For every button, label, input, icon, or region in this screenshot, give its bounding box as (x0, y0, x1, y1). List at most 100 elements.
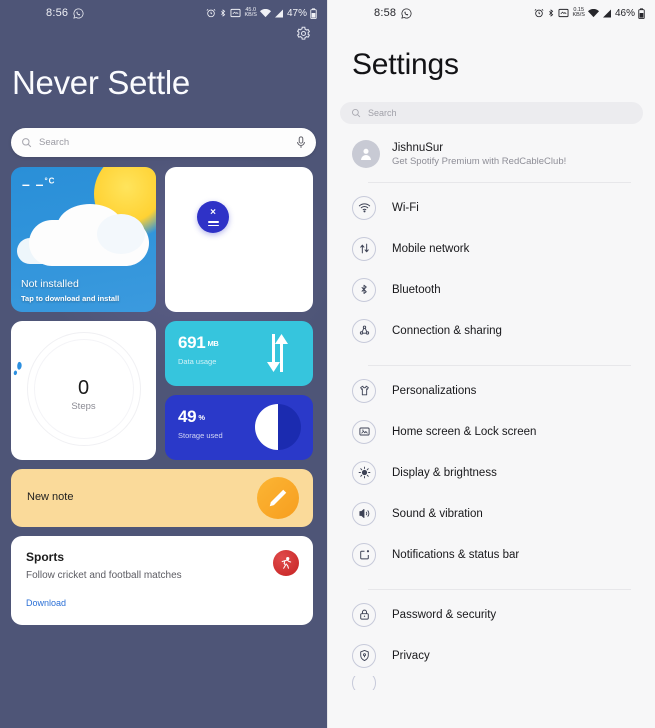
widget-row-1: – –°C Not installed Tap to download and … (11, 167, 316, 312)
sidebar-item-label: Privacy (392, 649, 430, 662)
equals-glyph (207, 219, 219, 227)
sidebar-item-label: Password & security (392, 608, 497, 621)
widget-area: – –°C Not installed Tap to download and … (0, 157, 327, 625)
status-bar-right: 0.15 KB/S 46% (534, 7, 645, 19)
sidebar-item-display-brightness[interactable]: Display & brightness (328, 452, 655, 493)
account-name: JishnuSur (392, 141, 444, 154)
sidebar-item-label: Home screen & Lock screen (392, 425, 537, 438)
storage-label: Storage used (178, 431, 223, 440)
weather-widget[interactable]: – –°C Not installed Tap to download and … (11, 167, 156, 312)
sidebar-item-sound-vibration[interactable]: Sound & vibration (328, 493, 655, 534)
sidebar-item-privacy[interactable]: Privacy (328, 635, 655, 676)
settings-pane: 8:58 0.15 KB/S 46% Settings Search Jishn… (327, 0, 655, 728)
settings-group-network: Wi-Fi Mobile network Bluetooth Connectio… (328, 183, 655, 351)
alarm-icon (206, 8, 216, 18)
gear-icon[interactable] (296, 26, 311, 52)
connection-sharing-icon (352, 318, 376, 343)
temperature-unit: °C (44, 176, 56, 186)
data-usage-label: Data usage (178, 357, 217, 366)
wifi-icon (587, 8, 599, 18)
home-search-bar[interactable]: Search (11, 128, 316, 157)
screenshot-icon (558, 8, 569, 18)
bluetooth-icon (219, 8, 227, 18)
home-toolbar (0, 26, 327, 52)
bluetooth-icon (352, 277, 376, 302)
search-icon (21, 137, 32, 148)
settings-page-title: Settings (352, 48, 459, 81)
battery-icon (310, 7, 317, 19)
settings-group-appearance: Personalizations Home screen & Lock scre… (328, 366, 655, 575)
alarm-icon (534, 8, 544, 18)
status-bar-right: 45.0 KB/S 47% (206, 7, 317, 19)
cellular-signal-icon (602, 9, 612, 18)
sidebar-item-bluetooth[interactable]: Bluetooth (328, 269, 655, 310)
sidebar-item-password-security[interactable]: Password & security (328, 594, 655, 635)
sports-download-link[interactable]: Download (26, 598, 66, 608)
personalizations-icon (352, 378, 376, 403)
whatsapp-icon (73, 8, 84, 19)
sidebar-item-label: Display & brightness (392, 466, 497, 479)
data-usage-value: 691 (178, 333, 206, 352)
new-note-widget[interactable]: New note (11, 469, 313, 527)
search-placeholder: Search (39, 137, 70, 148)
sidebar-item-label: Personalizations (392, 384, 477, 397)
sports-subtitle: Follow cricket and football matches (26, 570, 182, 581)
status-bar-left: 8:58 (328, 7, 412, 19)
brightness-icon (352, 460, 376, 485)
sidebar-item-label: Mobile network (392, 242, 470, 255)
whatsapp-icon (401, 8, 412, 19)
storage-value: 49 (178, 407, 197, 426)
storage-widget[interactable]: 49% Storage used (165, 395, 313, 460)
data-speed-indicator: 0.15 KB/S (572, 7, 585, 19)
running-person-icon (273, 550, 299, 576)
multiply-glyph: × (210, 206, 216, 218)
settings-status-bar: 8:58 0.15 KB/S 46% (328, 0, 655, 26)
right-tile-column: 691 MB Data usage 49% Storage used (165, 312, 313, 460)
sound-icon (352, 501, 376, 526)
sports-card[interactable]: Sports Follow cricket and football match… (11, 536, 313, 625)
settings-search-bar[interactable]: Search (340, 102, 643, 124)
home-screen-pane: 8:56 45.0 KB/S 47% Never Settle Search –… (0, 0, 327, 728)
data-usage-unit: MB (207, 339, 219, 348)
home-lock-screen-icon (352, 419, 376, 444)
dual-pane-screenshot: 8:56 45.0 KB/S 47% Never Settle Search –… (0, 0, 655, 728)
data-transfer-arrows-icon (263, 334, 291, 372)
steps-label: Steps (71, 401, 96, 412)
calculator-icon: × (197, 201, 229, 233)
pie-chart-icon (255, 404, 301, 450)
sidebar-item-label: Wi-Fi (392, 201, 419, 214)
sidebar-item-personalizations[interactable]: Personalizations (328, 370, 655, 411)
data-speed-unit: KB/S (572, 12, 585, 18)
steps-widget[interactable]: 0 Steps (11, 321, 156, 460)
data-usage-widget[interactable]: 691 MB Data usage (165, 321, 313, 386)
sports-title: Sports (26, 550, 65, 564)
sidebar-item-home-lock-screen[interactable]: Home screen & Lock screen (328, 411, 655, 452)
page-title: Never Settle (12, 64, 190, 101)
pencil-icon (257, 477, 299, 519)
sidebar-item-notifications-status-bar[interactable]: Notifications & status bar (328, 534, 655, 575)
calculator-widget[interactable]: × (165, 167, 313, 312)
weather-temperature: – –°C (22, 176, 55, 192)
weather-status: Not installed (21, 278, 79, 290)
cloud-graphic-3 (97, 214, 145, 254)
privacy-shield-icon (352, 643, 376, 668)
steps-value: 0 (77, 377, 90, 399)
bluetooth-icon (547, 8, 555, 18)
weather-action-hint: Tap to download and install (21, 294, 120, 303)
account-subtitle: Get Spotify Premium with RedCableClub! (392, 155, 567, 167)
account-row[interactable]: JishnuSur Get Spotify Premium with RedCa… (328, 124, 655, 168)
status-bar-clock: 8:58 (374, 7, 397, 19)
sidebar-item-partially-visible[interactable] (328, 676, 655, 690)
microphone-icon[interactable] (296, 136, 306, 149)
storage-value-block: 49% (178, 407, 205, 427)
sidebar-item-wifi[interactable]: Wi-Fi (328, 187, 655, 228)
lock-icon (352, 602, 376, 627)
sidebar-item-mobile-network[interactable]: Mobile network (328, 228, 655, 269)
partial-row-icon (352, 676, 376, 690)
data-speed-unit: KB/S (244, 12, 257, 18)
temperature-value: – – (22, 176, 45, 192)
sidebar-item-connection-sharing[interactable]: Connection & sharing (328, 310, 655, 351)
home-status-bar: 8:56 45.0 KB/S 47% (0, 0, 327, 26)
battery-icon (638, 7, 645, 19)
steps-content: 0 Steps (11, 361, 156, 412)
